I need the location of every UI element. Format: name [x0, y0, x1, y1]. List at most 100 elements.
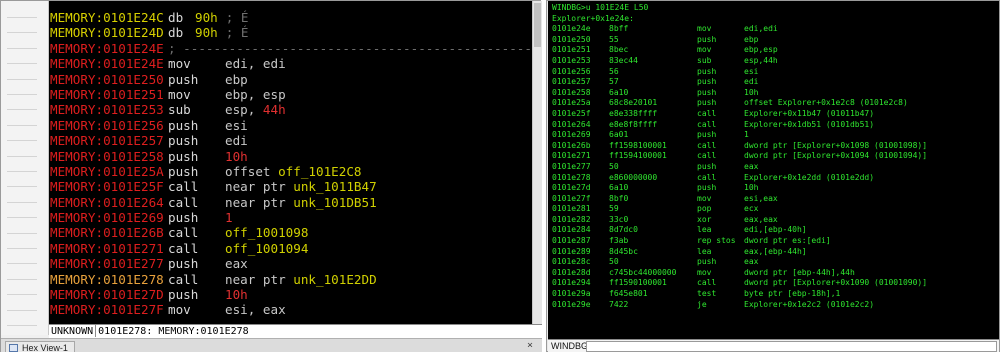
asm-line[interactable]: MEMORY:0101E24E mov edi, edi — [49, 56, 532, 71]
windbg-mnemonic: push — [697, 130, 717, 140]
asm-line[interactable]: MEMORY:0101E253 sub esp, 44h — [49, 102, 532, 117]
asm-line[interactable]: MEMORY:0101E257 push edi — [49, 133, 532, 148]
windbg-address: 0101e29e — [552, 299, 591, 309]
gutter-mark — [7, 124, 37, 126]
windbg-mnemonic: xor — [697, 214, 712, 224]
asm-address: MEMORY:0101E26B — [50, 225, 164, 241]
windbg-opcode-bytes: 8bf0 — [609, 193, 629, 203]
windbg-opcode-bytes: f645e801 — [609, 289, 648, 299]
gutter-mark — [7, 171, 37, 172]
asm-line[interactable]: MEMORY:0101E26B call off_1001098 — [49, 225, 532, 240]
close-icon[interactable]: × — [524, 341, 536, 352]
asm-line[interactable]: MEMORY:0101E256 push esi — [49, 118, 532, 133]
windbg-mnemonic: test — [697, 289, 717, 299]
windbg-address: 0101e24e — [552, 24, 591, 34]
windbg-prompt: WINDBG — [551, 341, 588, 351]
asm-line[interactable]: MEMORY:0101E271 call off_1001094 — [49, 241, 532, 256]
windbg-asm-line: 0101e281 59 pop ecx — [552, 204, 999, 215]
windbg-address: 0101e27d — [552, 183, 591, 193]
windbg-output[interactable]: WINDBG>u 101E24E L50 Explorer+0x1e24e: 0… — [548, 1, 999, 339]
windbg-opcode-bytes: 33c0 — [609, 214, 629, 224]
windbg-opcode-bytes: e8e8f8ffff — [609, 119, 658, 129]
asm-line[interactable]: MEMORY:0101E250 push ebp — [49, 72, 532, 87]
windbg-asm-line: 0101e29e 7422 je Explorer+0x1e2c2 (0101e2c2… — [552, 300, 999, 311]
windbg-asm-line: 0101e257 57 push edi — [552, 77, 999, 88]
asm-operand: esi — [225, 117, 248, 133]
windbg-operands: esp,44h — [744, 55, 778, 65]
asm-line[interactable]: MEMORY:0101E278 call near ptr unk_101E2DD — [49, 272, 532, 287]
windbg-asm-line: 0101e28d c745bc44000000 mov dword ptr [ebp-… — [552, 268, 999, 279]
gutter-mark — [7, 309, 37, 311]
asm-address: MEMORY:0101E253 — [50, 102, 164, 118]
windbg-operands: Explorer+0x11b47 (01011b47) — [744, 108, 875, 118]
windbg-opcode-bytes: ff1598100001 — [609, 140, 667, 150]
asm-line[interactable]: MEMORY:0101E258 push 10h — [49, 149, 532, 164]
asm-operand: ebp, esp — [225, 86, 286, 102]
asm-mnemonic: call — [168, 225, 199, 241]
asm-line[interactable]: MEMORY:0101E277 push eax — [49, 256, 532, 271]
windbg-address: 0101e257 — [552, 77, 591, 87]
asm-line[interactable]: MEMORY:0101E25A push offset off_101E2C8 — [49, 164, 532, 179]
asm-line[interactable]: MEMORY:0101E269 push 1 — [49, 210, 532, 225]
asm-comment: ; É — [225, 25, 249, 41]
tab-hex-view[interactable]: Hex View-1 — [5, 341, 75, 352]
windbg-operands: Explorer+0x1db51 (0101db51) — [744, 119, 875, 129]
windbg-asm-line: 0101e271 ff1594100001 call dword ptr [Explo… — [552, 151, 999, 162]
windbg-disassembly: 0101e24e 8bff mov edi,edi 0101e250 55 push ebp 0… — [552, 24, 999, 310]
windbg-asm-line: 0101e27d 6a10 push 10h — [552, 183, 999, 194]
gutter-mark — [7, 109, 37, 111]
asm-mnemonic: push — [168, 210, 199, 226]
scrollbar-thumb[interactable] — [534, 3, 541, 47]
asm-line[interactable]: MEMORY:0101E24E; -----------------------… — [49, 41, 532, 56]
asm-mnemonic: push — [168, 117, 199, 133]
asm-operand: off_1001094 — [225, 240, 309, 256]
windbg-opcode-bytes: 6a01 — [609, 130, 629, 140]
windbg-symbol-line: Explorer+0x1e24e: — [552, 13, 634, 23]
windbg-opcode-bytes: 83ec44 — [609, 55, 638, 65]
tab-label: Hex View-1 — [22, 343, 68, 352]
windbg-address: 0101e258 — [552, 87, 591, 97]
windbg-mnemonic: pop — [697, 204, 712, 214]
windbg-asm-line: 0101e251 8bec mov ebp,esp — [552, 45, 999, 56]
asm-mnemonic: push — [168, 71, 199, 87]
windbg-opcode-bytes: 55 — [609, 34, 619, 44]
asm-address: MEMORY:0101E257 — [50, 133, 164, 149]
windbg-address: 0101e284 — [552, 225, 591, 235]
windbg-address: 0101e289 — [552, 246, 591, 256]
asm-mnemonic: push — [168, 256, 199, 272]
windbg-mnemonic: mov — [697, 45, 712, 55]
asm-operand-symbol: unk_101E2DD — [293, 271, 377, 287]
asm-line[interactable]: MEMORY:0101E24D db 90h ; É — [49, 25, 532, 40]
asm-line[interactable]: MEMORY:0101E27D push 10h — [49, 287, 532, 302]
ida-listing[interactable]: MEMORY:0101E24C db 90h; É MEMORY:0101E24D db… — [49, 1, 532, 324]
asm-line[interactable]: MEMORY:0101E251 mov ebp, esp — [49, 87, 532, 102]
windbg-operands: byte ptr [ebp-18h],1 — [744, 289, 841, 299]
windbg-asm-line: 0101e256 56 push esi — [552, 67, 999, 78]
asm-operand: 90h — [195, 10, 218, 25]
asm-line[interactable]: MEMORY:0101E24C db 90h ; É — [49, 10, 532, 25]
windbg-opcode-bytes: 8bff — [609, 24, 629, 34]
windbg-asm-line: 0101e258 6a10 push 10h — [552, 88, 999, 99]
windbg-address: 0101e251 — [552, 45, 591, 55]
windbg-mnemonic: je — [697, 299, 707, 309]
asm-mnemonic: push — [168, 148, 199, 164]
asm-operand: 10h — [225, 287, 248, 303]
asm-address: MEMORY:0101E27F — [50, 302, 164, 318]
asm-line[interactable]: MEMORY:0101E25F call near ptr unk_1011B47 — [49, 179, 532, 194]
asm-line[interactable]: MEMORY:0101E27F mov esi, eax — [49, 302, 532, 317]
asm-line[interactable]: MEMORY:0101E264 call near ptr unk_101DB51 — [49, 195, 532, 210]
windbg-address: 0101e29a — [552, 289, 591, 299]
windbg-address: 0101e278 — [552, 172, 591, 182]
windbg-asm-line: 0101e24e 8bff mov edi,edi — [552, 24, 999, 35]
asm-mnemonic: mov — [168, 86, 191, 102]
ida-vertical-scrollbar[interactable] — [532, 1, 542, 324]
windbg-asm-line: 0101e269 6a01 push 1 — [552, 130, 999, 141]
windbg-command-input[interactable] — [586, 341, 997, 352]
windbg-opcode-bytes: 8d7dc0 — [609, 225, 638, 235]
windbg-operands: eax,eax — [744, 214, 778, 224]
asm-operand: edi, edi — [225, 56, 286, 72]
asm-address: MEMORY:0101E269 — [50, 210, 164, 226]
asm-mnemonic: call — [168, 240, 199, 256]
windbg-mnemonic: call — [697, 108, 717, 118]
gutter-mark — [7, 278, 37, 280]
